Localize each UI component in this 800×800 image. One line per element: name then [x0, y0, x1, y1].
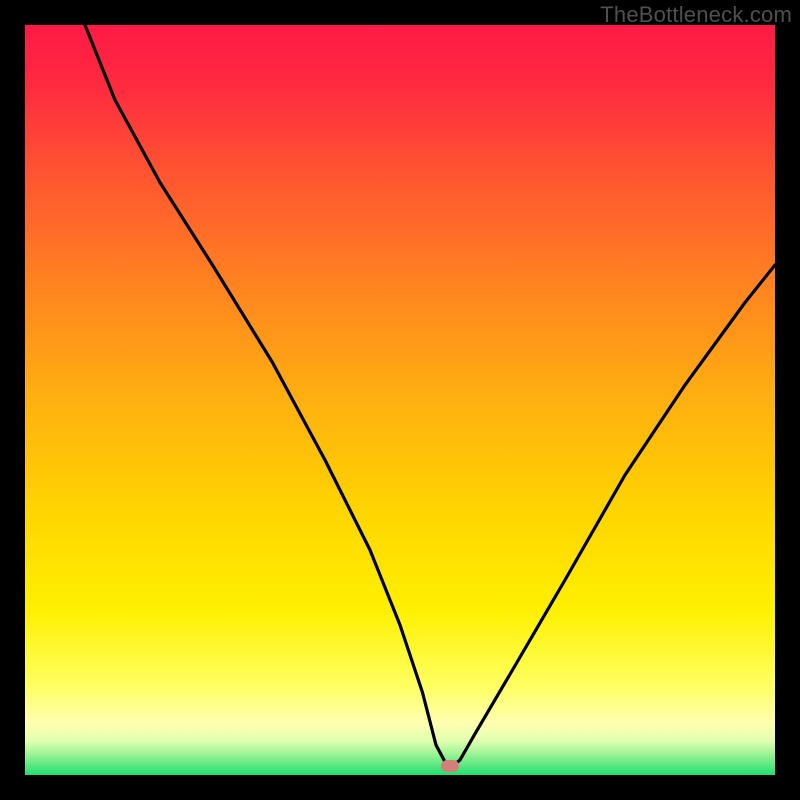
plot-area	[25, 25, 775, 775]
bottleneck-curve	[25, 25, 775, 775]
watermark-text: TheBottleneck.com	[600, 2, 792, 28]
optimal-marker	[441, 760, 459, 772]
chart-frame: TheBottleneck.com	[0, 0, 800, 800]
